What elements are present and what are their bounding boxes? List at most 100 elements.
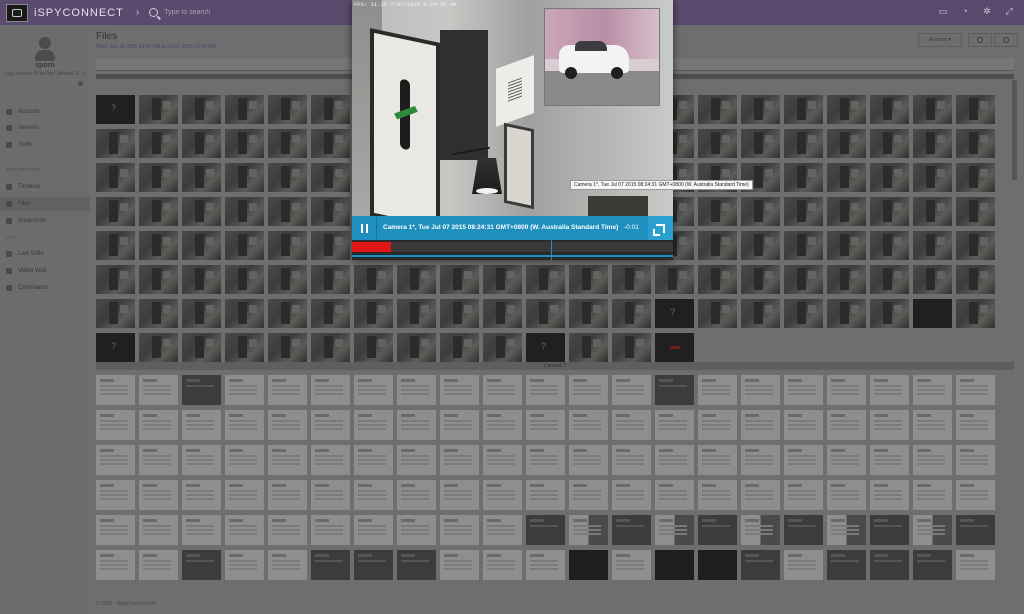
zoom-button[interactable] [994,33,1018,47]
file-thumbnail[interactable] [956,480,995,510]
file-thumbnail[interactable] [784,410,823,440]
file-thumbnail[interactable] [139,197,178,226]
file-thumbnail[interactable] [569,333,608,362]
file-thumbnail[interactable] [311,197,350,226]
file-thumbnail[interactable] [526,299,565,328]
file-thumbnail[interactable] [741,550,780,580]
file-thumbnail[interactable] [956,265,995,294]
file-thumbnail[interactable] [311,333,350,362]
file-thumbnail[interactable] [268,299,307,328]
file-thumbnail[interactable] [182,265,221,294]
file-thumbnail[interactable] [440,410,479,440]
file-thumbnail[interactable] [96,197,135,226]
file-thumbnail[interactable] [397,265,436,294]
file-thumbnail[interactable] [612,299,651,328]
file-thumbnail[interactable] [96,129,135,158]
file-thumbnail[interactable] [96,550,135,580]
file-thumbnail[interactable] [526,445,565,475]
file-thumbnail[interactable] [870,197,909,226]
progress-area[interactable] [352,240,673,260]
file-thumbnail[interactable] [612,375,651,405]
file-thumbnail[interactable] [913,550,952,580]
file-thumbnail[interactable] [225,95,264,124]
file-thumbnail[interactable] [311,129,350,158]
file-thumbnail[interactable] [612,515,651,545]
file-thumbnail[interactable] [526,480,565,510]
camera-icon[interactable]: ▭ [938,6,948,16]
file-thumbnail[interactable] [182,129,221,158]
file-thumbnail[interactable] [956,550,995,580]
sidebar-item-snapshots[interactable]: Snapshots [0,214,90,228]
expand-icon[interactable]: ⤢ [1004,6,1014,16]
file-thumbnail[interactable] [139,129,178,158]
file-thumbnail[interactable] [956,410,995,440]
file-thumbnail[interactable] [784,265,823,294]
file-thumbnail[interactable] [698,410,737,440]
file-thumbnail[interactable] [827,550,866,580]
file-thumbnail[interactable] [354,265,393,294]
file-thumbnail[interactable] [569,550,608,580]
file-thumbnail[interactable] [698,265,737,294]
file-thumbnail[interactable] [956,299,995,328]
file-thumbnail[interactable] [784,231,823,260]
file-thumbnail[interactable] [784,550,823,580]
file-thumbnail[interactable] [225,410,264,440]
file-thumbnail[interactable] [569,480,608,510]
file-thumbnail[interactable] [913,515,952,545]
file-thumbnail[interactable] [354,445,393,475]
file-thumbnail[interactable] [483,550,522,580]
file-thumbnail[interactable] [96,265,135,294]
file-thumbnail[interactable] [741,197,780,226]
file-thumbnail[interactable] [741,445,780,475]
file-thumbnail[interactable] [741,299,780,328]
file-thumbnail[interactable] [268,129,307,158]
file-thumbnail[interactable] [741,410,780,440]
file-thumbnail[interactable] [698,480,737,510]
brand-name[interactable]: iSPYCONNECT [34,7,124,19]
file-thumbnail[interactable] [139,375,178,405]
file-thumbnail[interactable] [784,299,823,328]
gear-icon[interactable]: ✲ [982,6,992,16]
file-thumbnail[interactable] [827,163,866,192]
sidebar-item-video-wall[interactable]: Video Wall [0,264,90,278]
file-thumbnail[interactable] [913,95,952,124]
file-thumbnail[interactable] [655,515,694,545]
file-thumbnail[interactable] [698,299,737,328]
file-thumbnail[interactable] [698,129,737,158]
file-thumbnail[interactable] [311,480,350,510]
file-thumbnail[interactable] [311,375,350,405]
file-thumbnail[interactable] [440,333,479,362]
file-thumbnail[interactable] [870,265,909,294]
file-thumbnail[interactable] [784,197,823,226]
file-thumbnail[interactable] [956,231,995,260]
file-thumbnail[interactable] [139,299,178,328]
file-thumbnail[interactable] [139,163,178,192]
file-thumbnail[interactable] [268,375,307,405]
file-thumbnail[interactable] [225,163,264,192]
file-thumbnail[interactable] [268,550,307,580]
file-thumbnail[interactable] [397,480,436,510]
file-thumbnail[interactable] [311,445,350,475]
file-thumbnail[interactable] [913,265,952,294]
file-thumbnail[interactable] [913,445,952,475]
file-thumbnail[interactable] [182,299,221,328]
playhead[interactable] [551,240,553,260]
file-thumbnail[interactable] [225,550,264,580]
file-thumbnail[interactable] [569,445,608,475]
file-thumbnail[interactable] [913,410,952,440]
file-thumbnail[interactable] [354,515,393,545]
file-thumbnail[interactable] [483,265,522,294]
file-thumbnail[interactable] [182,445,221,475]
file-thumbnail[interactable] [612,410,651,440]
file-thumbnail[interactable] [913,231,952,260]
file-thumbnail[interactable] [354,480,393,510]
file-thumbnail[interactable] [827,515,866,545]
file-thumbnail[interactable] [913,197,952,226]
file-thumbnail[interactable] [268,445,307,475]
file-thumbnail[interactable] [225,299,264,328]
file-thumbnail[interactable] [483,445,522,475]
file-thumbnail[interactable] [139,265,178,294]
file-thumbnail[interactable] [139,333,178,362]
sidebar-item-servers[interactable]: Servers › [0,121,90,135]
file-thumbnail[interactable] [956,129,995,158]
